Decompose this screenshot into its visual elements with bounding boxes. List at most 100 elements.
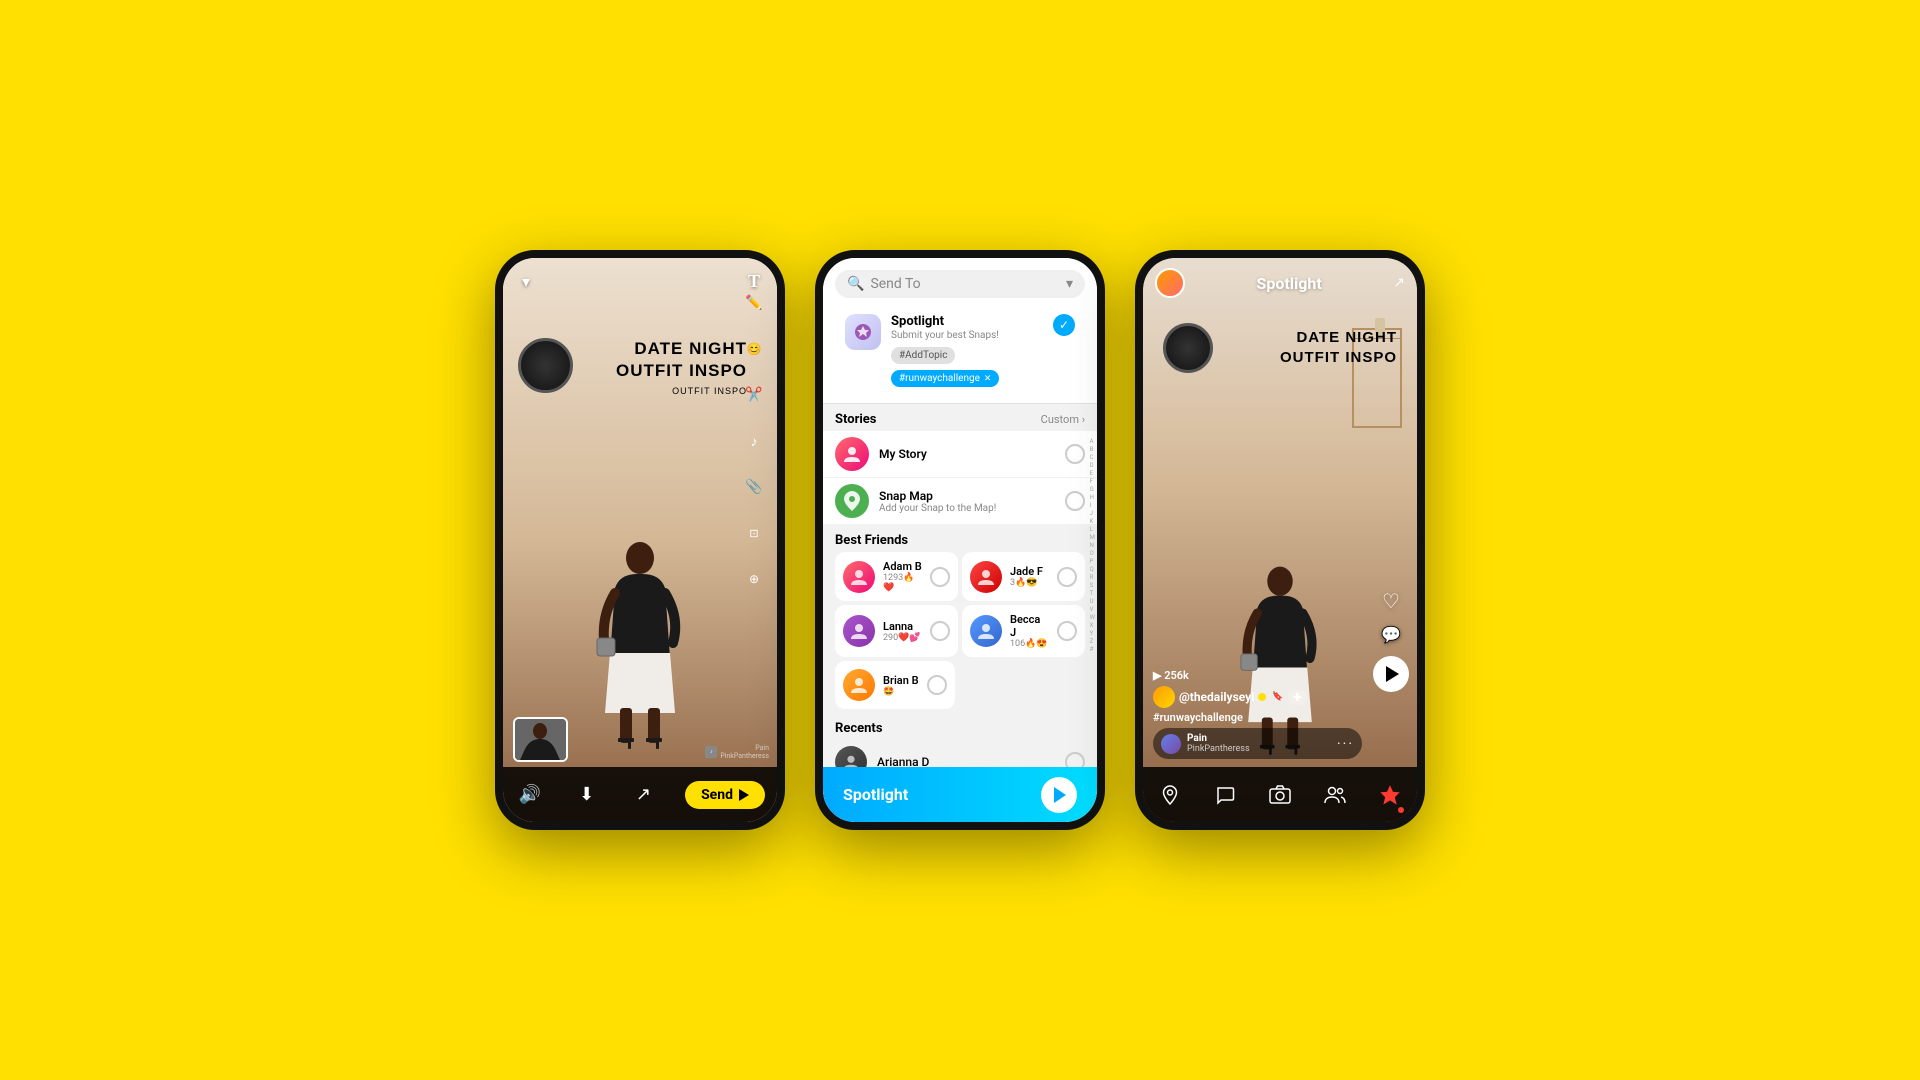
friend-brian[interactable]: Brian B 🤩 <box>835 661 955 709</box>
best-friends-header: Best Friends <box>823 525 1097 552</box>
play-icon <box>1386 666 1399 682</box>
play-button[interactable] <box>1373 656 1409 692</box>
friend-jade-radio[interactable] <box>1057 567 1077 587</box>
bottom-send-bar[interactable]: Spotlight <box>823 767 1097 822</box>
music-bar[interactable]: Pain PinkPantheress ··· <box>1153 728 1362 759</box>
friend-brian-name: Brian B <box>883 674 919 687</box>
emoji-icon[interactable]: 😊 <box>739 334 769 364</box>
search-bar[interactable]: 🔍 Send To ▾ <box>835 270 1085 298</box>
right-phone: DATE NIGHT OUTFIT INSPO Spotlight ↗ ♡ 💬 … <box>1135 250 1425 830</box>
my-story-text: My Story <box>879 447 1055 461</box>
lens-icon[interactable]: ⊕ <box>739 564 769 594</box>
phones-container: DATE NIGHT OUTFIT INSPO OUTFIT INSPO ▾ T… <box>0 0 1920 1080</box>
recent-arianna-name: Arianna D <box>877 755 1055 767</box>
music-icon[interactable]: ♪ <box>739 426 769 456</box>
friend-adam-radio[interactable] <box>930 567 950 587</box>
username-row: @thedailyseyi 🔖 ✚ <box>1153 686 1362 708</box>
chevron-down-icon[interactable]: ▾ <box>511 266 541 296</box>
creator-username[interactable]: @thedailyseyi <box>1179 690 1254 704</box>
more-options-icon[interactable]: ··· <box>1337 736 1354 752</box>
snap-thumbnail[interactable] <box>513 717 568 762</box>
search-icon: 🔍 <box>847 276 864 292</box>
arrow-right-icon <box>1054 787 1066 803</box>
snap-map-item[interactable]: Snap Map Add your Snap to the Map! <box>823 478 1097 524</box>
friend-becca-radio[interactable] <box>1057 621 1077 641</box>
paperclip-icon[interactable]: 📎 <box>739 472 769 502</box>
person-figure <box>585 538 695 762</box>
nav-camera-icon[interactable] <box>1262 777 1298 813</box>
spotlight-option[interactable]: Spotlight Submit your best Snaps! #AddTo… <box>835 306 1085 395</box>
send-to-header: 🔍 Send To ▾ Spotlight <box>823 258 1097 404</box>
alphabet-bar: A B C D E F G H I J K L M N O P Q R S T <box>1090 438 1095 653</box>
thumbnail-image <box>515 719 566 760</box>
comment-icon[interactable]: 💬 <box>1381 625 1401 644</box>
add-friend-icon[interactable]: ✚ <box>1288 690 1307 705</box>
verified-icon <box>1258 693 1266 701</box>
crop-icon[interactable]: ⊡ <box>739 518 769 548</box>
share-icon[interactable]: ↗ <box>628 780 658 810</box>
bottom-send-label: Spotlight <box>843 785 908 804</box>
spotlight-name: Spotlight <box>891 314 944 329</box>
expand-icon[interactable]: ↗ <box>1393 275 1405 291</box>
nav-friends-icon[interactable] <box>1317 777 1353 813</box>
my-story-item[interactable]: My Story <box>823 431 1097 477</box>
hat-decoration <box>518 338 573 393</box>
send-button[interactable]: Send <box>685 781 765 809</box>
heart-icon[interactable]: ♡ <box>1382 589 1400 613</box>
right-top-bar: Spotlight ↗ <box>1143 258 1417 308</box>
friend-adam-info: Adam B 1293🔥❤️ <box>883 560 922 593</box>
add-topic-chip[interactable]: #AddTopic <box>891 347 955 364</box>
bottom-send-arrow-btn[interactable] <box>1041 777 1077 813</box>
my-story-radio[interactable] <box>1065 444 1085 464</box>
friends-grid: Adam B 1293🔥❤️ Jade F 3🔥😎 <box>823 552 1097 657</box>
text-tool-icon[interactable]: T <box>739 266 769 296</box>
spotlight-icon <box>853 322 873 342</box>
friend-lanna-name: Lanna <box>883 620 922 633</box>
send-arrow-icon <box>739 789 749 801</box>
right-tools: ✏️ 😊 ✂️ ♪ 📎 ⊡ ⊕ <box>739 288 769 594</box>
my-story-name: My Story <box>879 447 1055 461</box>
friend-lanna-radio[interactable] <box>930 621 950 641</box>
stories-title: Stories <box>835 412 876 427</box>
spotlight-check[interactable]: ✓ <box>1053 314 1075 336</box>
right-bottom-overlay: ▶ 256k @thedailyseyi 🔖 ✚ #runwaychalleng… <box>1143 661 1372 767</box>
friend-jade-name: Jade F <box>1010 565 1049 578</box>
hashtag-label[interactable]: #runwaychallenge <box>1153 711 1362 724</box>
friend-adam[interactable]: Adam B 1293🔥❤️ <box>835 552 958 601</box>
bookmark-icon[interactable]: 🔖 <box>1272 692 1283 702</box>
stories-action[interactable]: Custom › <box>1041 413 1085 426</box>
friend-brian-avatar <box>843 669 875 701</box>
nav-chat-icon[interactable] <box>1207 777 1243 813</box>
spotlight-subtitle: Submit your best Snaps! <box>891 330 1043 341</box>
scissors-icon[interactable]: ✂️ <box>739 380 769 410</box>
right-hat <box>1163 323 1213 373</box>
right-overlay-text: DATE NIGHT OUTFIT INSPO <box>1280 328 1397 367</box>
right-screen: DATE NIGHT OUTFIT INSPO Spotlight ↗ ♡ 💬 … <box>1143 258 1417 822</box>
volume-icon[interactable]: 🔊 <box>515 780 545 810</box>
recents-list: Arianna D Jasmine Daniel <box>823 740 1097 767</box>
download-icon[interactable]: ⬇ <box>572 780 602 810</box>
user-avatar[interactable] <box>1155 268 1185 298</box>
stories-section-header: Stories Custom › <box>823 404 1097 431</box>
friend-lanna[interactable]: Lanna 290❤️💕 <box>835 605 958 657</box>
runwaychallenge-chip[interactable]: #runwaychallenge ✕ <box>891 370 999 387</box>
remove-hashtag-icon[interactable]: ✕ <box>984 374 992 384</box>
friend-brian-radio[interactable] <box>927 675 947 695</box>
friend-jade[interactable]: Jade F 3🔥😎 <box>962 552 1085 601</box>
snap-map-name: Snap Map <box>879 489 1055 503</box>
recent-arianna[interactable]: Arianna D <box>835 740 1085 767</box>
recent-arianna-radio[interactable] <box>1065 752 1085 767</box>
search-input[interactable]: Send To <box>870 276 1060 292</box>
music-album-art <box>1161 734 1181 754</box>
friend-lanna-avatar <box>843 615 875 647</box>
side-actions: ♡ 💬 <box>1373 589 1409 692</box>
recents-title: Recents <box>835 721 883 736</box>
nav-location-icon[interactable] <box>1152 777 1188 813</box>
left-phone: DATE NIGHT OUTFIT INSPO OUTFIT INSPO ▾ T… <box>495 250 785 830</box>
snap-map-radio[interactable] <box>1065 491 1085 511</box>
friend-becca-avatar <box>970 615 1002 647</box>
friend-becca[interactable]: Becca J 106🔥😍 <box>962 605 1085 657</box>
chevron-down-icon: ▾ <box>1066 276 1073 292</box>
spotlight-text: Spotlight Submit your best Snaps! #AddTo… <box>891 314 1043 387</box>
nav-spotlight-icon[interactable] <box>1372 777 1408 813</box>
